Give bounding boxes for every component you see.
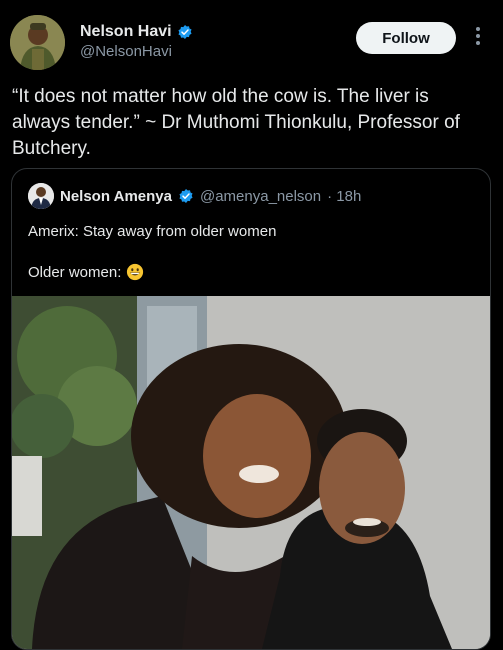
quoted-tweet-header: Nelson Amenya @amenya_nelson · 18h bbox=[28, 183, 361, 209]
quoted-tweet-text-line2: Older women: bbox=[28, 263, 122, 281]
quoted-tweet-text-line2-row: Older women: bbox=[28, 263, 144, 281]
quoted-author-avatar bbox=[28, 183, 54, 209]
quoted-tweet-time: · 18h bbox=[327, 187, 362, 205]
person-suit-avatar-icon bbox=[28, 183, 54, 209]
grinning-face-emoji-icon bbox=[127, 263, 144, 281]
quoted-author-name: Nelson Amenya bbox=[60, 187, 172, 205]
verified-badge-icon bbox=[179, 189, 193, 203]
quoted-tweet-card[interactable]: Nelson Amenya @amenya_nelson · 18h Ameri… bbox=[11, 168, 491, 650]
person-portrait-avatar-icon bbox=[10, 15, 65, 70]
author-handle[interactable]: @NelsonHavi bbox=[80, 43, 172, 60]
verified-badge-icon bbox=[178, 25, 192, 39]
quoted-tweet-text-line1: Amerix: Stay away from older women bbox=[28, 223, 277, 240]
author-name[interactable]: Nelson Havi bbox=[80, 23, 172, 41]
tweet-text: “It does not matter how old the cow is. … bbox=[12, 86, 460, 159]
selfie-photo-icon bbox=[12, 296, 490, 649]
author-avatar[interactable] bbox=[10, 15, 65, 70]
quoted-tweet-media[interactable] bbox=[12, 296, 490, 649]
follow-button[interactable]: Follow bbox=[356, 22, 456, 54]
vertical-ellipsis-icon[interactable] bbox=[474, 27, 482, 49]
quoted-author-handle: @amenya_nelson bbox=[199, 187, 322, 205]
author-name-row: Nelson Havi bbox=[80, 23, 193, 41]
